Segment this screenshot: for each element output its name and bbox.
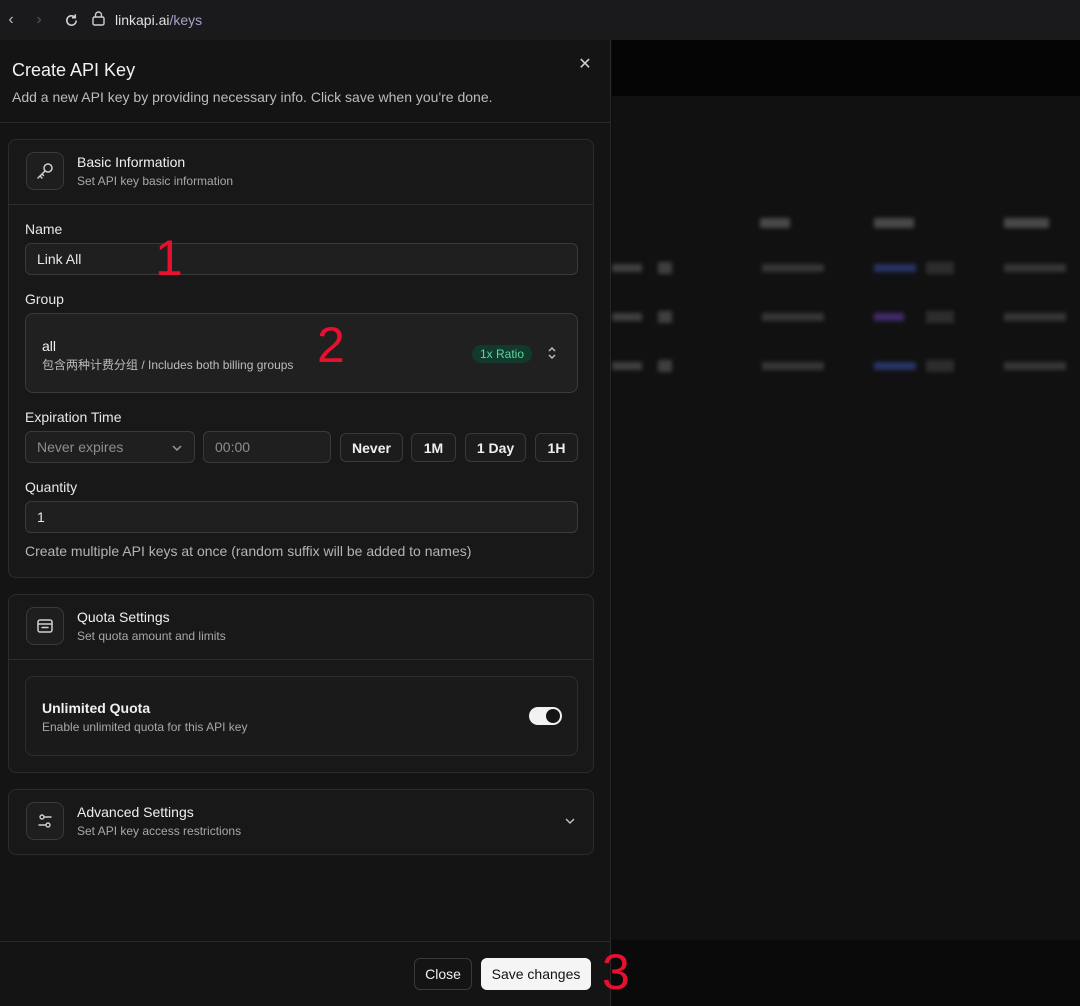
dialog-description: Add a new API key by providing necessary… [12, 89, 493, 105]
quantity-helper-text: Create multiple API keys at once (random… [25, 543, 472, 559]
save-changes-button[interactable]: Save changes [481, 958, 591, 990]
url-path: /keys [169, 12, 203, 28]
close-icon[interactable]: ✕ [576, 56, 594, 74]
address-bar[interactable]: linkapi.ai/keys [92, 11, 202, 29]
expiration-select-value: Never expires [37, 439, 124, 455]
chevron-down-icon [171, 439, 183, 455]
unlimited-quota-title: Unlimited Quota [42, 700, 151, 716]
expiration-label: Expiration Time [25, 409, 122, 425]
quantity-input[interactable]: 1 [25, 501, 578, 533]
background-header [612, 40, 1080, 96]
browser-toolbar: ‹ › linkapi.ai/keys [0, 0, 1080, 40]
forward-arrow-icon[interactable]: › [28, 11, 50, 29]
dialog-title: Create API Key [12, 60, 136, 80]
advanced-settings-header[interactable]: Advanced Settings Set API key access res… [9, 790, 593, 854]
preset-never-button[interactable]: Never [340, 433, 403, 462]
annotation-number-3: 3 [602, 944, 630, 1000]
advanced-settings-title: Advanced Settings [77, 804, 194, 820]
chevron-down-icon[interactable] [564, 814, 576, 828]
header-divider [0, 122, 611, 123]
ratio-badge: 1x Ratio [472, 345, 533, 363]
expiration-select[interactable]: Never expires [25, 431, 195, 463]
basic-information-subtitle: Set API key basic information [77, 174, 234, 188]
chevron-up-down-icon [546, 345, 558, 362]
footer-divider [0, 941, 611, 942]
basic-information-section: Basic Information Set API key basic info… [8, 139, 594, 578]
quota-settings-section: Quota Settings Set quota amount and limi… [8, 594, 594, 773]
group-label: Group [25, 291, 64, 307]
unlimited-quota-toggle[interactable] [529, 707, 562, 725]
annotation-number-1: 1 [155, 230, 183, 286]
toggle-knob [546, 709, 560, 723]
unlimited-quota-description: Enable unlimited quota for this API key [42, 720, 248, 734]
create-api-key-dialog: Create API Key Add a new API key by prov… [0, 40, 611, 1006]
advanced-settings-section[interactable]: Advanced Settings Set API key access res… [8, 789, 594, 855]
wallet-icon [26, 607, 64, 645]
advanced-settings-subtitle: Set API key access restrictions [77, 824, 242, 838]
quota-settings-title: Quota Settings [77, 609, 170, 625]
back-arrow-icon[interactable]: ‹ [0, 11, 22, 29]
group-name: all [42, 338, 57, 354]
lock-icon [92, 11, 105, 29]
time-input[interactable]: 00:00 [203, 431, 331, 463]
url-host: linkapi.ai [115, 12, 170, 28]
unlimited-quota-card: Unlimited Quota Enable unlimited quota f… [25, 676, 578, 756]
group-description: 包含两种计费分组 / Includes both billing groups [42, 358, 294, 372]
background-footer [612, 940, 1080, 1006]
annotation-number-2: 2 [317, 317, 345, 373]
background-page [612, 40, 1080, 1006]
quantity-label: Quantity [25, 479, 78, 495]
name-input[interactable]: Link All [25, 243, 578, 275]
preset-1m-button[interactable]: 1M [411, 433, 456, 462]
sliders-icon [26, 802, 64, 840]
basic-information-header: Basic Information Set API key basic info… [9, 140, 593, 205]
key-icon [26, 152, 64, 190]
close-button[interactable]: Close [414, 958, 472, 990]
quota-settings-header: Quota Settings Set quota amount and limi… [9, 595, 593, 660]
quota-settings-subtitle: Set quota amount and limits [77, 629, 226, 643]
group-select[interactable]: all 包含两种计费分组 / Includes both billing gro… [25, 313, 578, 393]
preset-1h-button[interactable]: 1H [535, 433, 578, 462]
basic-information-title: Basic Information [77, 154, 186, 170]
name-label: Name [25, 221, 63, 237]
reload-icon[interactable] [60, 13, 82, 28]
preset-1day-button[interactable]: 1 Day [465, 433, 526, 462]
